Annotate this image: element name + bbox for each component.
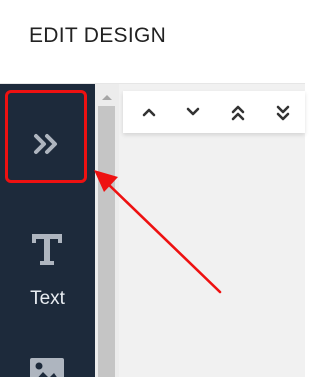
double-chevron-up-icon (231, 105, 245, 121)
double-chevron-down-icon (276, 105, 290, 121)
bring-to-front-button[interactable] (218, 91, 258, 133)
text-t-icon (32, 234, 62, 265)
layer-order-toolbar (123, 91, 305, 133)
move-up-button[interactable] (129, 91, 169, 133)
highlight-box (5, 90, 87, 183)
send-to-back-button[interactable] (263, 91, 303, 133)
sidebar-item-label: Text (30, 288, 65, 309)
chevron-down-icon (186, 107, 200, 116)
image-icon (30, 358, 64, 377)
chevron-up-icon (142, 108, 156, 117)
move-down-button[interactable] (173, 91, 213, 133)
sidebar-item-image[interactable] (0, 350, 95, 377)
scrollbar-thumb[interactable] (98, 106, 115, 377)
scroll-up-arrow-icon[interactable] (95, 88, 119, 108)
page-title: EDIT DESIGN (29, 24, 167, 47)
sidebar-item-text[interactable]: Text (0, 224, 95, 319)
page-header: EDIT DESIGN (0, 0, 305, 84)
